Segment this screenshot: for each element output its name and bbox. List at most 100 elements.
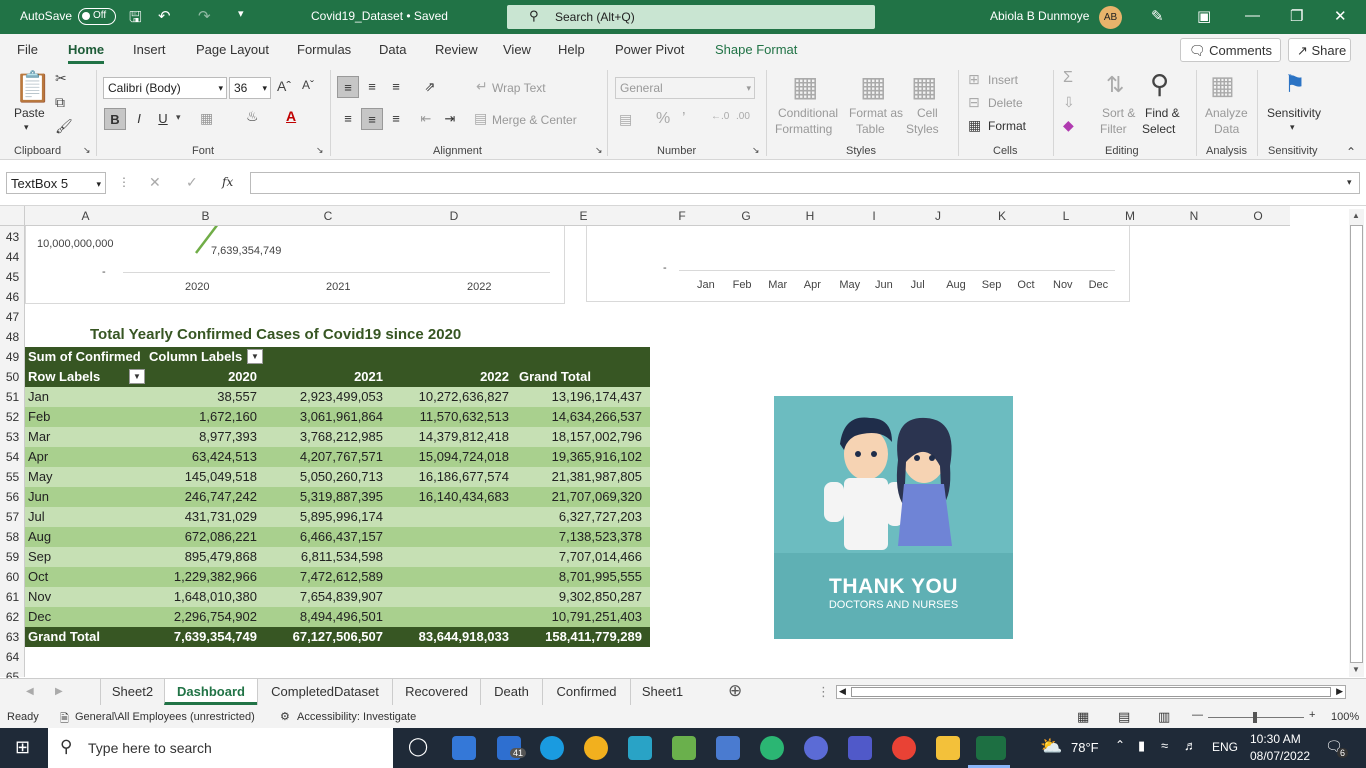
normal-view-icon[interactable]: ▦ <box>1077 709 1089 725</box>
vertical-scrollbar[interactable]: ▲ ▼ <box>1349 209 1364 677</box>
sheet-tab[interactable]: Death <box>480 679 542 705</box>
column-header[interactable]: I <box>842 209 906 223</box>
align-center-icon[interactable]: ≡ <box>361 108 383 130</box>
clock-time[interactable]: 10:30 AM <box>1250 732 1301 746</box>
h-scroll-thumb[interactable] <box>851 687 1331 697</box>
customize-qat-icon[interactable]: ▾ <box>238 7 244 20</box>
tab-shape-format[interactable]: Shape Format <box>715 42 797 57</box>
font-launcher-icon[interactable]: ↘ <box>316 145 324 156</box>
column-header[interactable]: C <box>265 209 391 223</box>
orientation-icon[interactable]: ⇗ <box>419 76 441 98</box>
page-break-view-icon[interactable]: ▥ <box>1158 709 1170 725</box>
increase-decimal-icon[interactable]: ←.0 <box>711 111 729 122</box>
row-header[interactable]: 45 <box>0 270 25 284</box>
fill-icon[interactable]: ⇩ <box>1063 94 1075 111</box>
number-format-select[interactable]: General ▾ <box>615 77 755 99</box>
row-filter-button[interactable]: ▼ <box>129 369 145 384</box>
align-bottom-icon[interactable]: ≡ <box>385 76 407 98</box>
undo-icon[interactable]: ↶ <box>158 7 171 25</box>
paste-button[interactable]: Paste <box>14 106 45 120</box>
redo-icon[interactable]: ↷ <box>198 7 211 25</box>
table-row[interactable]: Aug 672,086,221 6,466,437,157 7,138,523,378 <box>25 527 650 547</box>
horizontal-scrollbar[interactable]: ◀ ▶ <box>836 685 1346 699</box>
percent-icon[interactable]: % <box>656 110 670 128</box>
row-header[interactable]: 44 <box>0 250 25 264</box>
sheet-tab[interactable]: Sheet1 <box>630 679 694 705</box>
enter-icon[interactable]: ✓ <box>186 174 198 191</box>
row-header[interactable]: 50 <box>0 370 25 384</box>
paste-dropdown-icon[interactable]: ▾ <box>24 122 29 133</box>
snip-icon[interactable] <box>672 736 696 760</box>
network-icon[interactable]: ≈ <box>1161 738 1168 753</box>
row-header[interactable]: 63 <box>0 630 25 644</box>
table-row[interactable]: Jan 38,557 2,923,499,053 10,272,636,827 13,1… <box>25 387 650 407</box>
files-icon[interactable] <box>716 736 740 760</box>
column-header[interactable]: D <box>391 209 517 223</box>
autosum-icon[interactable]: Σ <box>1063 69 1073 87</box>
excel-taskbar-icon[interactable] <box>976 736 1006 760</box>
column-header[interactable]: H <box>778 209 842 223</box>
sensitivity-icon[interactable]: ⚑ <box>1284 70 1306 99</box>
tab-page-layout[interactable]: Page Layout <box>196 42 269 57</box>
restore-icon[interactable]: ❐ <box>1290 7 1303 25</box>
table-row[interactable]: May 145,049,518 5,050,260,713 16,186,677,57… <box>25 467 650 487</box>
tab-review[interactable]: Review <box>435 42 478 57</box>
vpn-icon[interactable] <box>584 736 608 760</box>
clipboard-launcher-icon[interactable]: ↘ <box>83 145 91 156</box>
scroll-up-icon[interactable]: ▲ <box>1352 211 1360 220</box>
row-header[interactable]: 57 <box>0 510 25 524</box>
decrease-indent-icon[interactable]: ⇤ <box>415 108 437 130</box>
delete-cells-icon[interactable]: ⊟ <box>968 94 980 111</box>
paste-icon[interactable]: 📋 <box>14 70 51 105</box>
column-header[interactable]: M <box>1098 209 1162 223</box>
battery-icon[interactable]: ▮ <box>1138 738 1145 754</box>
table-row[interactable]: Oct 1,229,382,966 7,472,612,589 8,701,995,5… <box>25 567 650 587</box>
row-header[interactable]: 64 <box>0 650 25 664</box>
row-header[interactable]: 59 <box>0 550 25 564</box>
tab-power-pivot[interactable]: Power Pivot <box>615 42 684 57</box>
format-painter-icon[interactable]: 🖌 <box>55 118 73 135</box>
scroll-left-icon[interactable]: ◀ <box>839 686 846 697</box>
app-icon[interactable] <box>804 736 828 760</box>
wrap-text-button[interactable]: Wrap Text <box>492 81 546 95</box>
scroll-down-icon[interactable]: ▼ <box>1352 665 1360 674</box>
thank-you-image[interactable]: THANK YOU DOCTORS AND NURSES <box>774 396 1013 639</box>
cut-icon[interactable]: ✂ <box>55 70 67 87</box>
column-header[interactable]: L <box>1034 209 1098 223</box>
close-icon[interactable]: ✕ <box>1334 7 1347 25</box>
add-sheet-icon[interactable]: ⊕ <box>728 681 742 701</box>
minimize-icon[interactable]: — <box>1245 7 1260 24</box>
format-as-table-icon[interactable]: ▦ <box>860 70 886 103</box>
accounting-icon[interactable]: ▤ <box>619 111 632 128</box>
column-header[interactable]: G <box>714 209 778 223</box>
sheet-tab[interactable]: CompletedDataset <box>257 679 392 705</box>
column-filter-button[interactable]: ▼ <box>247 349 263 364</box>
tab-data[interactable]: Data <box>379 42 406 57</box>
temperature[interactable]: 78°F <box>1071 740 1099 755</box>
cancel-icon[interactable]: ✕ <box>149 174 161 191</box>
insert-function-button[interactable]: fx <box>222 175 233 189</box>
volume-icon[interactable]: ♬ <box>1184 738 1197 753</box>
format-cells-button[interactable]: Format <box>988 119 1026 133</box>
name-box[interactable]: TextBox 5 ▾ <box>6 172 106 194</box>
find-select-icon[interactable]: ⚲ <box>1150 69 1169 100</box>
edge-icon[interactable] <box>540 736 564 760</box>
language[interactable]: ENG <box>1212 740 1238 754</box>
font-family-select[interactable]: Calibri (Body) ▾ <box>103 77 227 99</box>
tab-view[interactable]: View <box>503 42 531 57</box>
format-as-table-button[interactable]: Format as <box>849 106 903 120</box>
font-size-select[interactable]: 36 ▾ <box>229 77 271 99</box>
sort-filter-icon[interactable]: ⇅ <box>1106 72 1124 98</box>
column-header[interactable]: N <box>1162 209 1226 223</box>
sensitivity-button[interactable]: Sensitivity <box>1267 106 1321 120</box>
table-row[interactable]: Jun 246,747,242 5,319,887,395 16,140,434,68… <box>25 487 650 507</box>
clock-date[interactable]: 08/07/2022 <box>1250 749 1310 763</box>
merge-center-button[interactable]: Merge & Center <box>492 113 577 127</box>
next-sheet-icon[interactable]: ▶ <box>55 686 63 697</box>
store-icon[interactable] <box>452 736 476 760</box>
column-header[interactable]: E <box>517 209 650 223</box>
underline-button[interactable]: U <box>152 108 174 130</box>
zoom-out-icon[interactable]: — <box>1192 709 1203 721</box>
alignment-launcher-icon[interactable]: ↘ <box>595 145 603 156</box>
wrap-text-icon[interactable]: ↵ <box>476 78 488 95</box>
